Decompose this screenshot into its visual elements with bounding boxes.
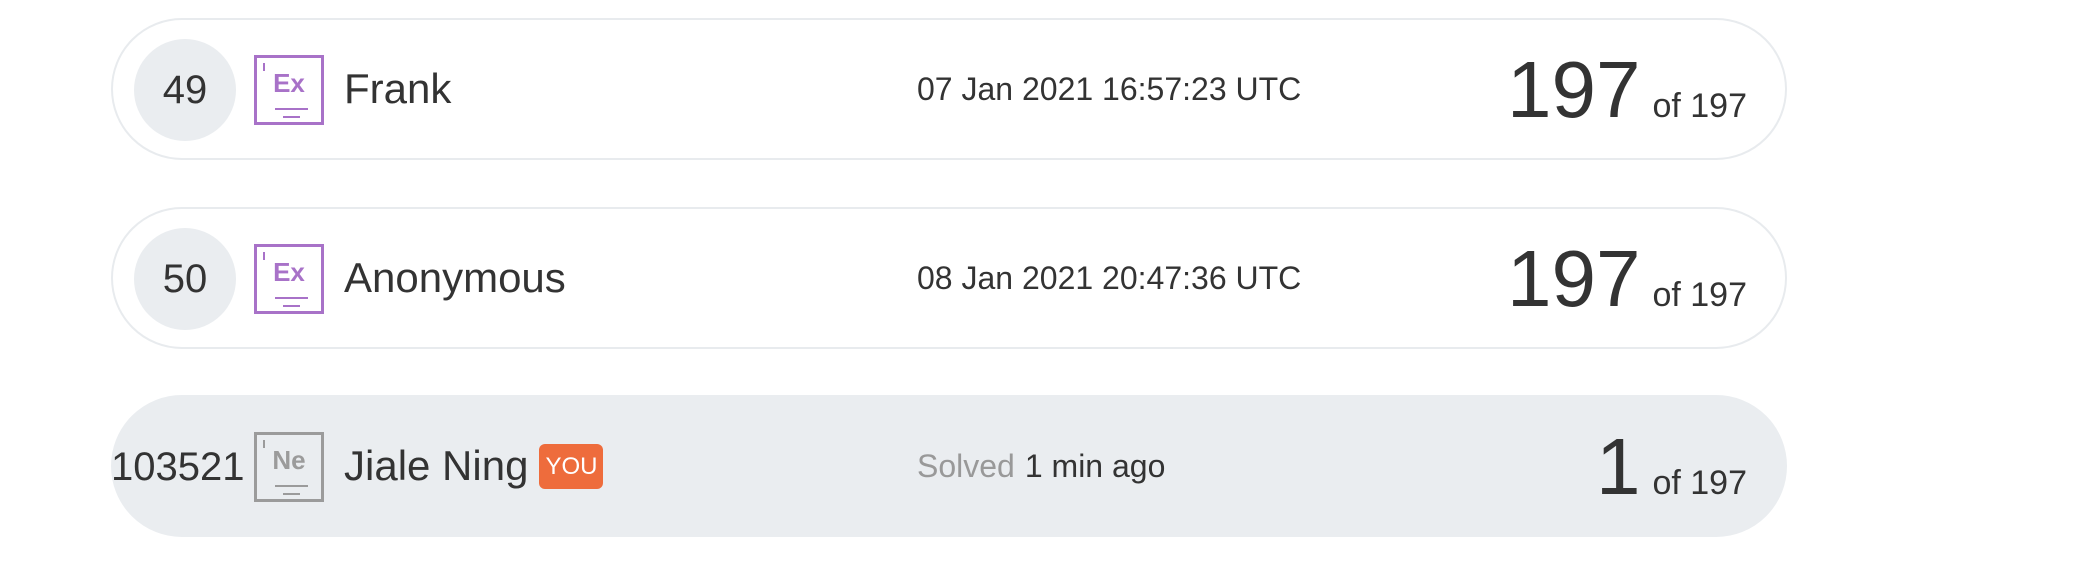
score-total: of 197	[1652, 276, 1747, 314]
rank-value: 103521	[111, 444, 245, 489]
leaderboard-row[interactable]: 49 Ex Frank 07 Jan 2021 16:57:23 UTC 197…	[111, 18, 1787, 160]
player-name-container: Jiale Ning YOU	[344, 397, 604, 535]
score-value: 1	[1595, 422, 1641, 511]
score: 197 of 197	[1507, 209, 1747, 347]
newbie-badge-icon: Ne	[254, 432, 324, 502]
solved-label: Solved	[917, 447, 1015, 484]
rank-circle: 50	[134, 228, 236, 330]
expert-badge-icon: Ex	[254, 244, 324, 314]
expert-badge-icon: Ex	[254, 55, 324, 125]
current-user-row[interactable]: 103521 Ne Jiale Ning YOU Solved 1 min ag…	[111, 395, 1787, 537]
badge-symbol: Ex	[273, 68, 305, 98]
score: 197 of 197	[1507, 20, 1747, 158]
score-total: of 197	[1652, 464, 1747, 502]
player-name[interactable]: Frank	[344, 20, 451, 158]
score-total: of 197	[1652, 87, 1747, 125]
badge-symbol: Ne	[272, 445, 306, 475]
you-badge: YOU	[539, 443, 604, 489]
player-name[interactable]: Jiale Ning	[344, 442, 528, 490]
rank-circle: 49	[134, 39, 236, 141]
solved-timestamp: 08 Jan 2021 20:47:36 UTC	[917, 259, 1302, 296]
solved-status: Solved 1 min ago	[917, 397, 1165, 535]
solved-time: 1 min ago	[1024, 447, 1166, 484]
score-value: 197	[1506, 234, 1641, 323]
solved-timestamp: 07 Jan 2021 16:57:23 UTC	[917, 70, 1302, 107]
leaderboard: 49 Ex Frank 07 Jan 2021 16:57:23 UTC 197…	[0, 0, 2082, 576]
leaderboard-row[interactable]: 50 Ex Anonymous 08 Jan 2021 20:47:36 UTC…	[111, 207, 1787, 349]
player-name[interactable]: Anonymous	[344, 209, 566, 347]
badge-symbol: Ex	[273, 257, 305, 287]
score-value: 197	[1506, 45, 1641, 134]
score: 1 of 197	[1596, 397, 1747, 535]
